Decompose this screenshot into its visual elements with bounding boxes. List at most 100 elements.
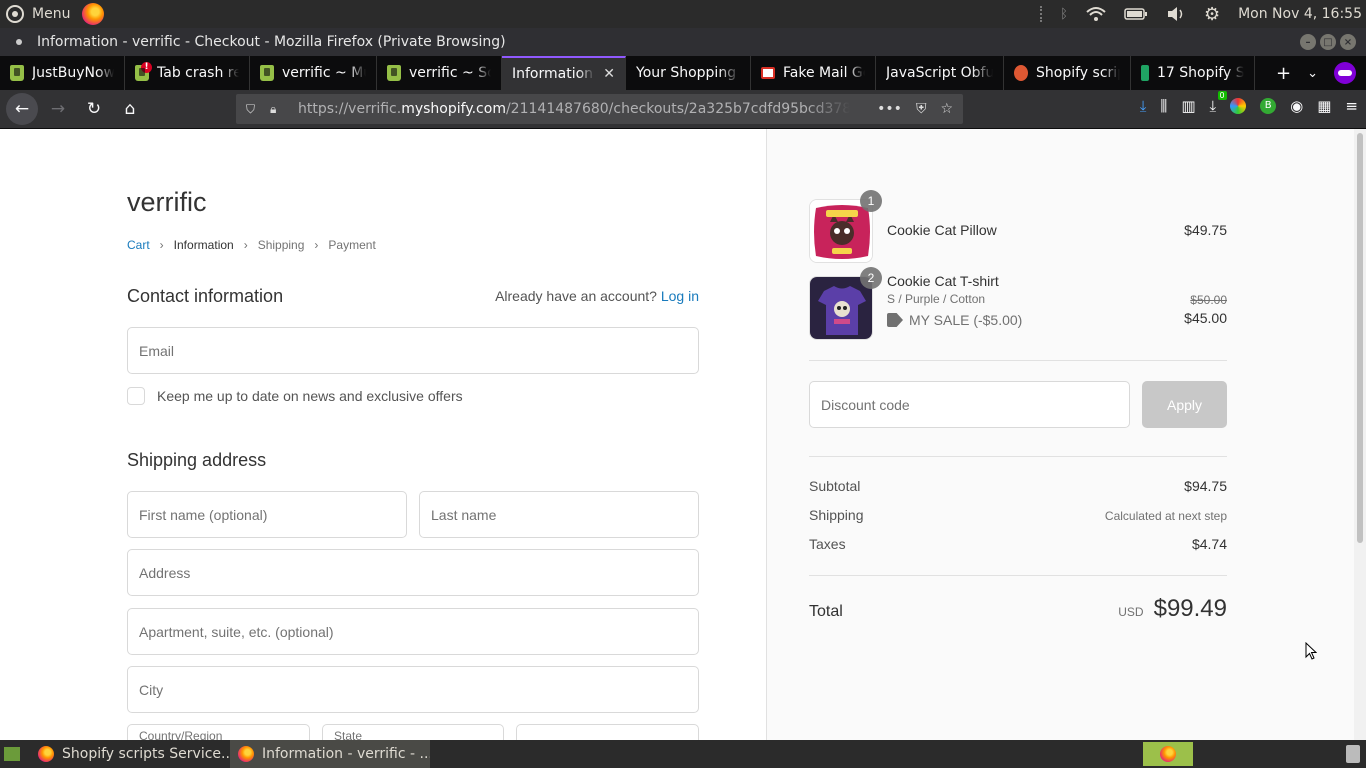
library-icon[interactable]: ⫼ [1160,97,1167,115]
show-desktop-icon[interactable] [4,747,20,761]
new-tab-plus-icon[interactable]: + [1276,63,1291,84]
item-name: Cookie Cat Pillow [887,222,997,238]
minimize-button[interactable]: – [1300,34,1316,50]
newsletter-checkbox[interactable] [127,387,145,405]
tab-verrific-scr[interactable]: verrific ~ Scr [377,56,502,90]
tab-tab-crash[interactable]: ! Tab crash re [125,56,250,90]
pocket-icon[interactable]: ⛨ [916,101,927,117]
quantity-badge: 2 [860,267,882,289]
apply-discount-button[interactable]: Apply [1142,381,1227,428]
item-discount: MY SALE (-$5.00) [887,312,1022,328]
email-field[interactable]: Email [127,327,699,374]
shop-name[interactable]: verrific [127,187,207,218]
tab-verrific-mu[interactable]: verrific ~ Mu [250,56,377,90]
tab-shopify-scripts[interactable]: Shopify scrip [1004,56,1131,90]
tab-javascript-obfu[interactable]: JavaScript Obfu [876,56,1004,90]
account-icon[interactable]: ◉ [1290,97,1303,115]
firefox-launcher-icon[interactable] [82,3,105,25]
country-select[interactable]: Country/Region [127,724,310,740]
url-actions: ••• ⛨ ☆ [877,101,963,117]
first-name-field[interactable]: First name (optional) [127,491,407,538]
taskbar-item-information[interactable]: Information - verrific - ... [230,740,430,768]
discount-code-field[interactable]: Discount code [809,381,1130,428]
volume-icon[interactable] [1166,6,1186,22]
tracking-shield-icon[interactable]: ⛉ [246,102,260,117]
list-all-tabs-chevron-icon[interactable]: ⌄ [1307,66,1318,81]
item-variant: S / Purple / Cotton [887,292,986,306]
top-panel: Menu ᛒ ⚙ Mon Nov 4, 16:55 [0,0,1366,28]
newsletter-option: Keep me up to date on news and exclusive… [127,387,463,405]
mouse-pointer-icon [1305,642,1317,660]
city-field[interactable]: City [127,666,699,713]
zip-field[interactable] [516,724,699,740]
download-arrow-icon[interactable]: ⤓ [1140,97,1147,115]
settings-gear-icon[interactable]: ⚙ [1204,4,1220,25]
taxes-label: Taxes [809,536,846,552]
breadcrumb-shipping: Shipping [257,238,305,252]
newsletter-label[interactable]: Keep me up to date on news and exclusive… [157,388,463,404]
quantity-badge: 1 [860,190,882,212]
tab-fake-mail[interactable]: Fake Mail Ge [751,56,876,90]
login-prompt: Already have an account? Log in [495,288,699,304]
taskbar-item-label: Shopify scripts Service... [62,746,230,762]
main-menu-button[interactable]: Menu [0,0,70,28]
taskbar-item-label: Information - verrific - ... [262,746,430,762]
bookmark-green-icon [1141,65,1149,81]
url-bar[interactable]: ⛉ 🔒︎ https://verrific.myshopify.com/2114… [236,94,963,124]
shopify-icon [260,65,274,81]
window-menu-dot-icon[interactable] [16,39,22,45]
tab-justbuynow[interactable]: JustBuyNow [0,56,125,90]
close-tab-icon[interactable]: ✕ [603,66,615,82]
total-currency: USD [1118,605,1144,619]
downloads-extension-icon[interactable]: ⤓ 0 [1210,91,1227,115]
url-text[interactable]: https://verrific.myshopify.com/211414876… [298,101,850,117]
shipping-row: Shipping Calculated at next step [809,507,1227,523]
tab-17-shopify[interactable]: 17 Shopify S [1131,56,1255,90]
log-in-link[interactable]: Log in [661,288,699,304]
shopify-warning-icon: ! [135,62,152,81]
reload-button[interactable]: ↻ [78,93,110,125]
tab-label: Fake Mail Ge [783,65,865,81]
tab-label: Information - [512,66,596,82]
bookmark-star-icon[interactable]: ☆ [940,101,953,117]
tab-your-shopping-cart[interactable]: Your Shopping C [626,56,751,90]
toolbar-right: ⤓ ⫼ ▥ ⤓ 0 B ◉ ▦ ≡ [1140,91,1358,115]
maximize-button[interactable]: □ [1320,34,1336,50]
item-original-price: $50.00 [1190,293,1227,307]
extension-rainbow-icon[interactable] [1230,98,1247,114]
last-name-field[interactable]: Last name [419,491,699,538]
trash-icon[interactable] [1346,745,1360,763]
discount-tag-icon [887,313,903,327]
breadcrumb-information: Information [173,238,234,252]
hamburger-menu-icon[interactable]: ≡ [1345,97,1358,115]
scrollbar-thumb[interactable] [1357,133,1363,543]
page-scrollbar[interactable] [1354,129,1366,740]
sidebar-icon[interactable]: ▥ [1181,97,1195,115]
battery-icon[interactable] [1124,7,1148,21]
taskbar-item-shopify-scripts[interactable]: Shopify scripts Service... [30,740,230,768]
subtotal-label: Subtotal [809,478,861,494]
country-label: Country/Region [139,729,223,740]
forward-button[interactable]: → [42,93,74,125]
clock[interactable]: Mon Nov 4, 16:55 [1238,6,1362,22]
apartment-field[interactable]: Apartment, suite, etc. (optional) [127,608,699,655]
bluetooth-icon[interactable]: ᛒ [1060,7,1068,22]
extensions-puzzle-icon[interactable]: ▦ [1317,97,1331,115]
shipping-label: Shipping [809,507,864,523]
extension-green-b-icon[interactable]: B [1260,98,1277,114]
address-field[interactable]: Address [127,549,699,596]
page-actions-ellipsis-icon[interactable]: ••• [877,101,902,117]
workspace-switcher[interactable] [1143,742,1193,766]
close-window-button[interactable]: × [1340,34,1356,50]
state-select[interactable]: State [322,724,504,740]
wifi-icon[interactable] [1086,6,1106,22]
desktop-screen: Menu ᛒ ⚙ Mon Nov 4, 16:55 Information - … [0,0,1366,768]
breadcrumb-cart-link[interactable]: Cart [127,238,150,252]
lock-icon[interactable]: 🔒︎ [270,102,284,117]
summary-divider [809,456,1227,457]
back-button[interactable]: ← [6,93,38,125]
tab-information-active[interactable]: Information - ✕ [502,56,626,90]
tab-label: verrific ~ Scr [409,65,491,81]
home-button[interactable]: ⌂ [114,93,146,125]
account-prompt-text: Already have an account? [495,288,657,304]
